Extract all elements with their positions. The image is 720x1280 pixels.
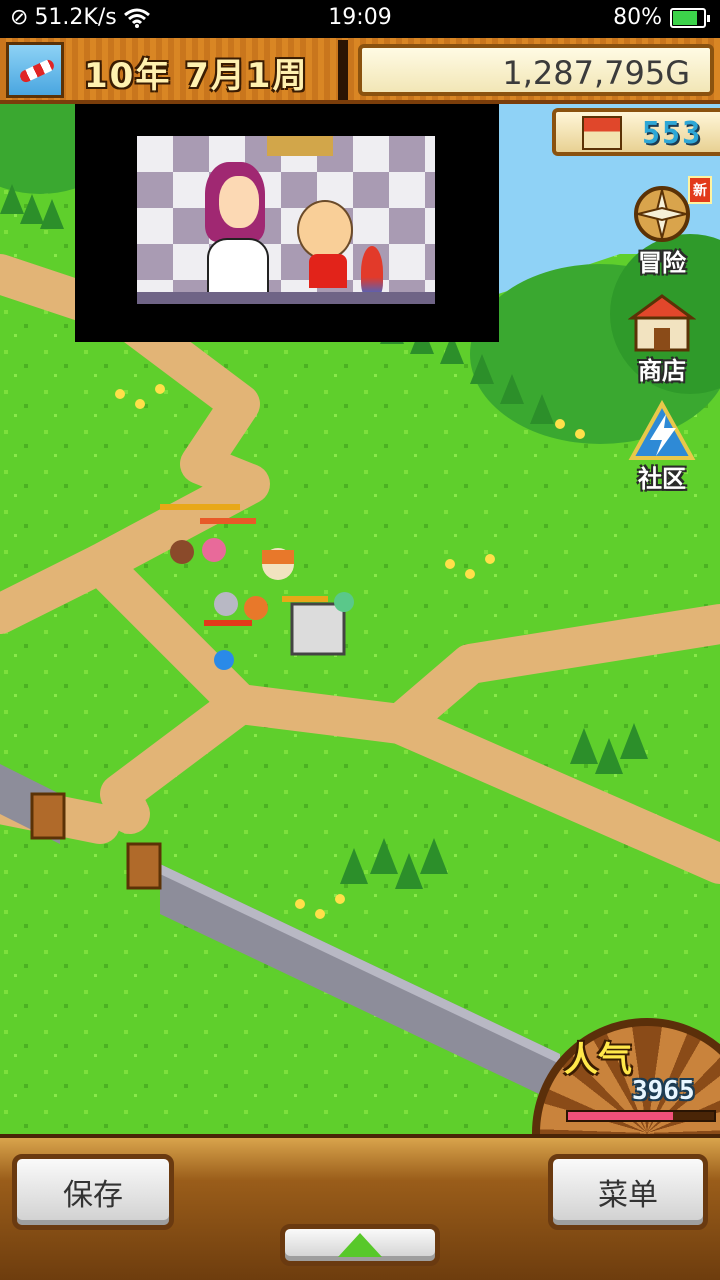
video-kid-head [297,200,353,260]
video-floor [137,292,435,304]
adventure-button[interactable]: 新 冒险 [616,176,712,278]
town-logo-icon[interactable] [6,42,64,98]
video-woman-face [219,176,259,228]
top-hud: 10年 7月1周 1,287,795G [0,38,720,104]
triangle-up-icon [338,1233,382,1257]
town-house-icon [582,116,622,150]
gold-amount: 1,287,795G [502,54,690,92]
popularity-title: 人气 [564,1040,632,1080]
shop-label: 商店 [638,357,686,385]
gold-display: 1,287,795G [358,44,714,96]
video-frame[interactable] [137,136,435,304]
community-label: 社区 [638,465,686,493]
shop-icon [628,294,696,352]
battery-icon [670,7,710,28]
battery-percent: 80% [613,5,662,30]
community-button[interactable]: 社区 [616,398,708,494]
video-shelf [267,136,333,156]
expand-button[interactable] [280,1224,440,1266]
popularity-bar [566,1110,716,1122]
status-bar: ⊘ 51.2K/s 19:09 80% [0,0,720,38]
video-overlay[interactable] [75,104,499,342]
shop-button[interactable]: 商店 [616,290,708,386]
town-rank-box[interactable]: 553 [552,108,720,156]
hud-divider [338,40,348,100]
compass-icon [634,186,690,242]
video-kid-body [309,254,347,288]
new-badge: 新 [688,176,712,204]
adventure-label: 冒险 [638,249,686,277]
calendar-date: 10年 7月1周 [84,56,309,96]
menu-button[interactable]: 菜单 [548,1154,708,1230]
popularity-value: 3965 [632,1076,695,1106]
status-right: 80% [613,5,710,30]
popularity-wheel[interactable]: 人气 3965 [532,1012,720,1136]
clock: 19:09 [328,5,392,30]
save-button[interactable]: 保存 [12,1154,174,1230]
bottom-panel: 保存 菜单 [0,1134,720,1280]
town-rank-value: 553 [642,116,703,151]
community-icon [628,400,696,460]
video-parrot [361,246,383,298]
